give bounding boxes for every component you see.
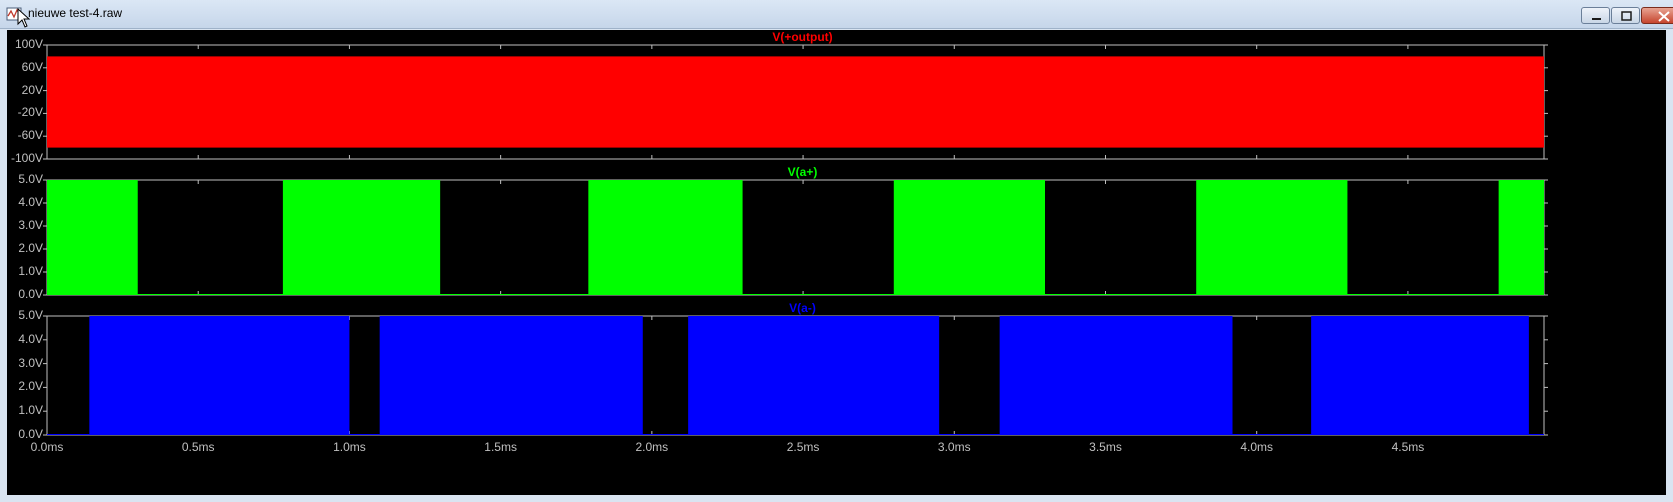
y-tick-label: 1.0V (18, 264, 43, 278)
minimize-button[interactable] (1581, 7, 1610, 24)
trace-pulse (893, 180, 1045, 295)
y-tick-label: 0.0V (18, 287, 43, 301)
y-tick-label: 1.0V (18, 403, 43, 418)
maximize-button[interactable] (1611, 7, 1640, 24)
pane-title: V(+output) (772, 30, 833, 44)
plot-window[interactable]: 100V 60V 20V -20V -60V -100V V(+output) 5.0V 4.0… (7, 30, 1666, 495)
close-button[interactable] (1641, 7, 1673, 24)
y-tick-label: 20V (21, 82, 43, 97)
window-title: nieuwe test-4.raw (28, 6, 123, 20)
y-tick-label: -20V (17, 105, 43, 120)
y-tick-label: 5.0V (18, 172, 43, 186)
y-tick-label: -60V (17, 128, 43, 143)
y-tick-label: 3.0V (18, 355, 43, 370)
x-tick-label: 2.5ms (786, 440, 820, 454)
y-tick-label: 100V (14, 37, 43, 51)
trace-pulse (688, 316, 940, 435)
minimize-icon (1592, 18, 1601, 20)
x-tick-label: 0.0ms (30, 440, 64, 454)
status-bar (0, 495, 1673, 502)
y-tick-label: 0.0V (18, 427, 43, 441)
pane-title: V(a+) (787, 165, 818, 179)
trace-pulse (1311, 316, 1529, 435)
trace-pulse (588, 180, 743, 295)
maximize-icon (1621, 11, 1632, 21)
x-tick-label: 1.5ms (484, 440, 517, 454)
x-tick-label: 3.5ms (1089, 440, 1122, 454)
y-tick-label: 2.0V (18, 241, 43, 255)
trace-pulse (1498, 180, 1544, 295)
y-tick-label: 2.0V (18, 379, 43, 394)
x-tick-label: 0.5ms (181, 440, 215, 454)
x-tick-label: 1.0ms (333, 440, 366, 454)
y-tick-label: -100V (10, 151, 43, 165)
mouse-pointer-icon (17, 8, 31, 28)
pane-title: V(a-) (789, 301, 816, 315)
y-tick-label: 4.0V (18, 195, 43, 209)
y-tick-label: 4.0V (18, 331, 43, 346)
title-bar[interactable]: nieuwe test-4.raw (0, 0, 1673, 29)
trace-pulse (47, 180, 138, 295)
waveform-plot[interactable] (7, 30, 1666, 495)
x-tick-label: 3.0ms (937, 440, 971, 454)
trace-pulse (999, 316, 1233, 435)
close-icon (1658, 11, 1670, 22)
x-tick-label: 4.5ms (1391, 440, 1425, 454)
trace-pulse (282, 180, 441, 295)
trace-v-output-band (47, 56, 1544, 148)
y-tick-label: 3.0V (18, 218, 43, 232)
trace-pulse (1196, 180, 1348, 295)
x-tick-label: 2.0ms (635, 440, 669, 454)
x-tick-label: 4.0ms (1240, 440, 1274, 454)
waveform-viewer-window: nieuwe test-4.raw 100V 60V 20V -20V -60V -100… (0, 0, 1673, 502)
trace-pulse (89, 316, 350, 435)
y-tick-label: 60V (21, 59, 43, 74)
y-tick-label: 5.0V (18, 308, 43, 322)
trace-pulse (379, 316, 643, 435)
